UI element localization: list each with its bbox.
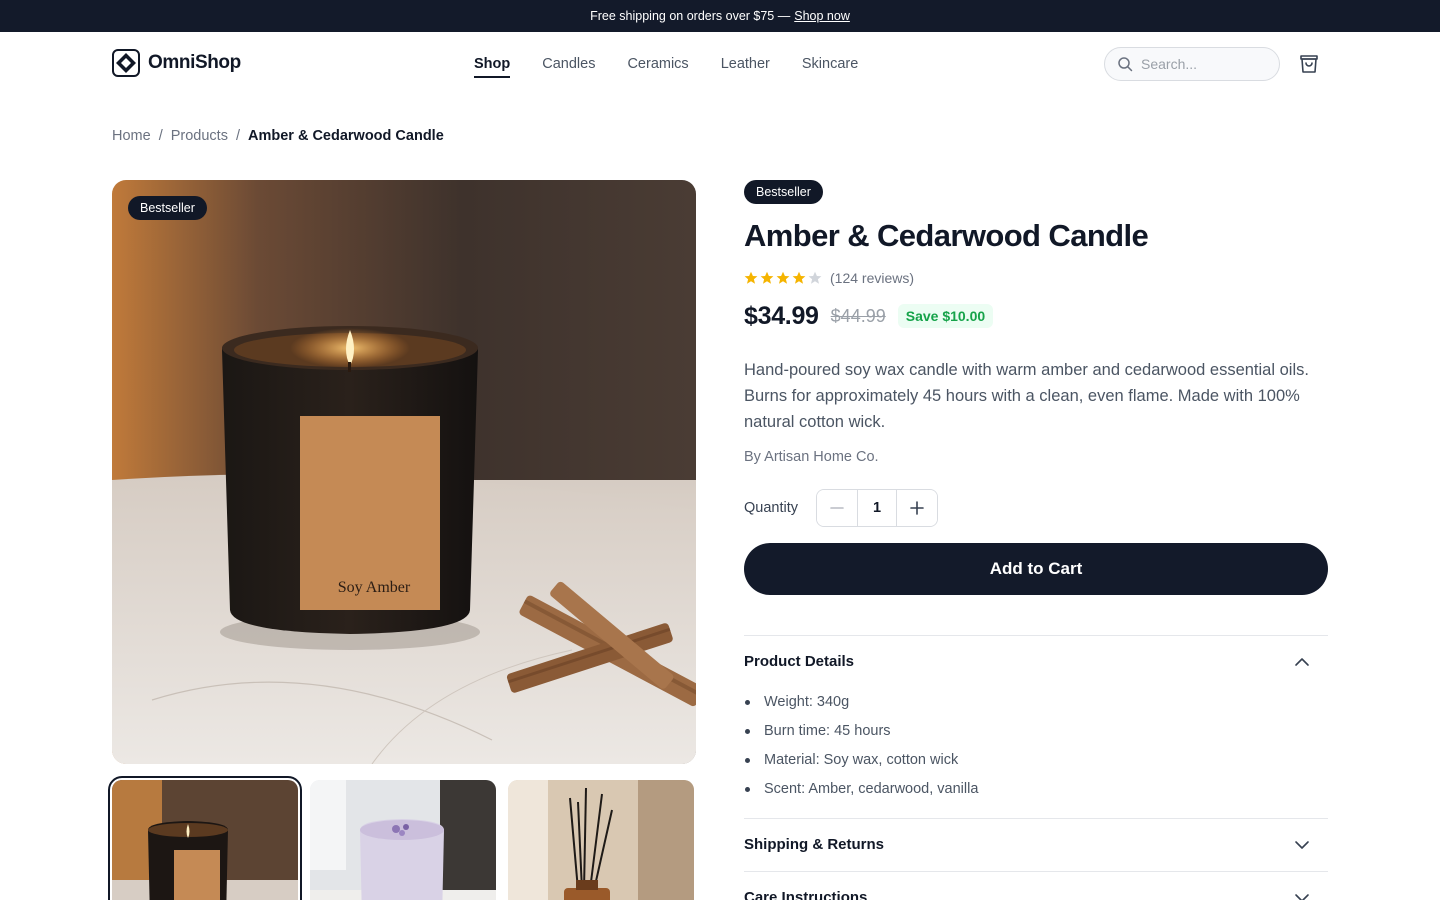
minus-icon: [830, 506, 844, 509]
product-accordion: Product Details Weight: 340g Burn time: …: [744, 634, 1328, 900]
product-title: Amber & Cedarwood Candle: [744, 218, 1149, 253]
thumbnail-lavender-candle[interactable]: [310, 780, 496, 900]
accordion-care-instructions: Care Instructions: [744, 872, 1328, 900]
announcement-bar: Free shipping on orders over $75 — Shop …: [0, 0, 1440, 32]
nav-item-skincare[interactable]: Skincare: [802, 52, 858, 76]
breadcrumb-home[interactable]: Home: [112, 128, 151, 144]
announcement-text: Free shipping on orders over $75 —: [590, 9, 791, 23]
brand-name: OmniShop: [148, 52, 241, 73]
logo[interactable]: OmniShop: [112, 49, 241, 77]
accordion-header-shipping-returns[interactable]: Shipping & Returns: [744, 819, 1328, 871]
detail-item: Material: Soy wax, cotton wick: [744, 746, 1328, 775]
candle-label-text: Soy Amber: [338, 579, 411, 596]
accordion-title: Product Details: [744, 653, 855, 671]
star-filled-icon: [792, 271, 806, 284]
breadcrumb-separator: /: [235, 128, 240, 144]
bestseller-badge: Bestseller: [744, 180, 823, 204]
review-count[interactable]: (124 reviews): [830, 270, 914, 286]
detail-item: Scent: Amber, cedarwood, vanilla: [744, 775, 1328, 804]
star-filled-icon: [744, 271, 758, 284]
accordion-title: Shipping & Returns: [744, 836, 884, 854]
search-input[interactable]: [1141, 56, 1261, 72]
breadcrumb-products[interactable]: Products: [171, 128, 228, 144]
thumbnail-reed-diffuser[interactable]: [508, 780, 694, 900]
price-row: $34.99 $44.99 Save $10.00: [744, 302, 1328, 331]
quantity-label: Quantity: [744, 499, 798, 516]
chevron-down-icon: [1295, 840, 1309, 849]
detail-item: Burn time: 45 hours: [744, 717, 1328, 746]
nav-item-candles[interactable]: Candles: [542, 52, 595, 76]
accordion-header-product-details[interactable]: Product Details: [744, 636, 1328, 688]
decrease-quantity-button[interactable]: [817, 489, 857, 526]
accordion-body-product-details: Weight: 340g Burn time: 45 hours Materia…: [744, 688, 1328, 818]
image-bestseller-badge: Bestseller: [128, 196, 207, 220]
main-product-image[interactable]: Soy Amber Bestseller: [112, 180, 696, 764]
candle-photo: Soy Amber: [112, 180, 696, 764]
thumbnail-amber-candle[interactable]: [108, 776, 302, 900]
quantity-value[interactable]: 1: [857, 489, 897, 526]
accordion-header-care-instructions[interactable]: Care Instructions: [744, 872, 1328, 900]
thumbnail-strip: [108, 776, 696, 900]
detail-item: Weight: 340g: [744, 688, 1328, 717]
star-empty-icon: [808, 271, 822, 284]
accordion-title: Care Instructions: [744, 889, 868, 900]
search-icon: [1118, 57, 1133, 72]
sale-price: $34.99: [744, 301, 819, 330]
breadcrumb: Home / Products / Amber & Cedarwood Cand…: [112, 128, 444, 144]
breadcrumb-current: Amber & Cedarwood Candle: [247, 128, 444, 144]
quantity-row: Quantity 1: [744, 488, 1328, 527]
star-rating[interactable]: [744, 271, 822, 285]
accordion-shipping-returns: Shipping & Returns: [744, 819, 1328, 872]
accordion-product-details: Product Details Weight: 340g Burn time: …: [744, 636, 1328, 819]
rating-row: (124 reviews): [744, 270, 1328, 286]
logo-icon: [112, 49, 140, 77]
chevron-down-icon: [1295, 893, 1309, 900]
product-info: Bestseller Amber & Cedarwood Candle (124…: [744, 180, 1328, 900]
main-nav: Shop Candles Ceramics Leather Skincare: [474, 32, 858, 96]
brand-line: By Artisan Home Co.: [744, 448, 879, 465]
chevron-up-icon: [1295, 657, 1309, 666]
savings-badge: Save $10.00: [897, 304, 994, 329]
shop-now-link[interactable]: Shop now: [794, 9, 850, 23]
star-filled-icon: [776, 271, 790, 284]
search-box[interactable]: [1104, 47, 1280, 81]
nav-item-leather[interactable]: Leather: [721, 52, 770, 76]
increase-quantity-button[interactable]: [897, 489, 937, 526]
plus-icon: [910, 500, 924, 515]
add-to-cart-button[interactable]: Add to Cart: [744, 542, 1328, 595]
star-filled-icon: [760, 271, 774, 284]
original-price: $44.99: [830, 305, 886, 326]
quantity-stepper: 1: [816, 488, 938, 527]
nav-item-shop[interactable]: Shop: [474, 52, 511, 78]
site-header: OmniShop Shop Candles Ceramics Leather S…: [0, 32, 1440, 96]
product-description: Hand-poured soy wax candle with warm amb…: [744, 360, 1309, 431]
breadcrumb-separator: /: [158, 128, 163, 144]
shopping-bag-icon[interactable]: [1297, 52, 1321, 76]
nav-item-ceramics[interactable]: Ceramics: [627, 52, 688, 76]
